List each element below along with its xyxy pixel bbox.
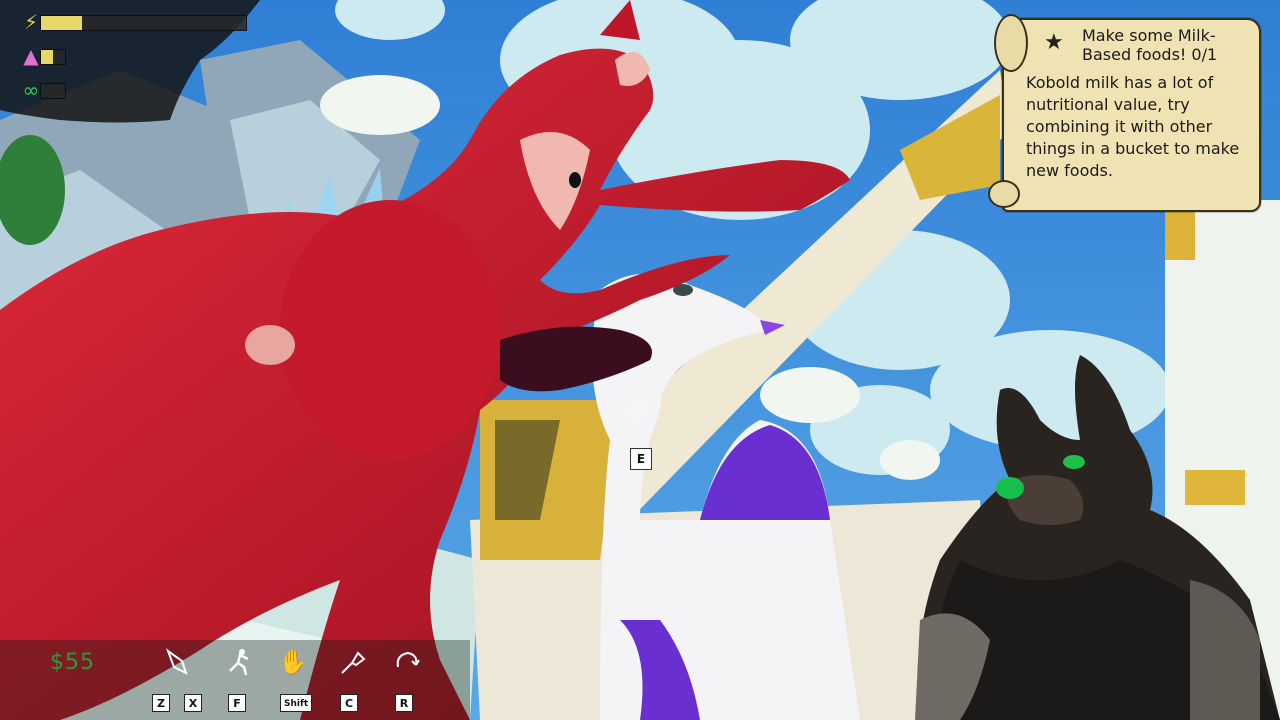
quest-description: Kobold milk has a lot of nutritional val…: [1026, 73, 1240, 180]
dash-tool-icon[interactable]: [222, 645, 256, 679]
key-x[interactable]: X: [184, 694, 202, 712]
heart-icon: ♡: [628, 402, 648, 427]
key-shift[interactable]: Shift: [280, 694, 313, 712]
milk-bar: [40, 49, 66, 65]
interact-key-prompt[interactable]: E: [630, 448, 652, 470]
spawn-tool-icon[interactable]: [160, 645, 194, 679]
milk-bar-fill: [41, 50, 53, 64]
game-viewport[interactable]: ⚡ ▲ ∞ ★ Make some Milk-Based foods! 0/1 …: [0, 0, 1280, 720]
stamina-bar-fill: [41, 16, 82, 30]
squeeze-tool-icon[interactable]: [336, 645, 370, 679]
scroll-curl-bottom-icon: [988, 180, 1020, 208]
star-icon: ★: [1044, 30, 1064, 55]
money-counter: $55: [50, 650, 95, 675]
breeding-bar: [40, 83, 66, 99]
quest-panel: ★ Make some Milk-Based foods! 0/1 Kobold…: [988, 14, 1261, 212]
scroll-curl-icon: [994, 14, 1028, 72]
grab-hand-icon[interactable]: ✋: [276, 645, 310, 679]
quest-title: Make some Milk-Based foods! 0/1: [1082, 26, 1218, 64]
stamina-bar: [40, 15, 247, 31]
key-f[interactable]: F: [228, 694, 246, 712]
key-c[interactable]: C: [340, 694, 358, 712]
key-z[interactable]: Z: [152, 694, 170, 712]
rotate-tool-icon[interactable]: [390, 645, 424, 679]
key-r[interactable]: R: [395, 694, 413, 712]
